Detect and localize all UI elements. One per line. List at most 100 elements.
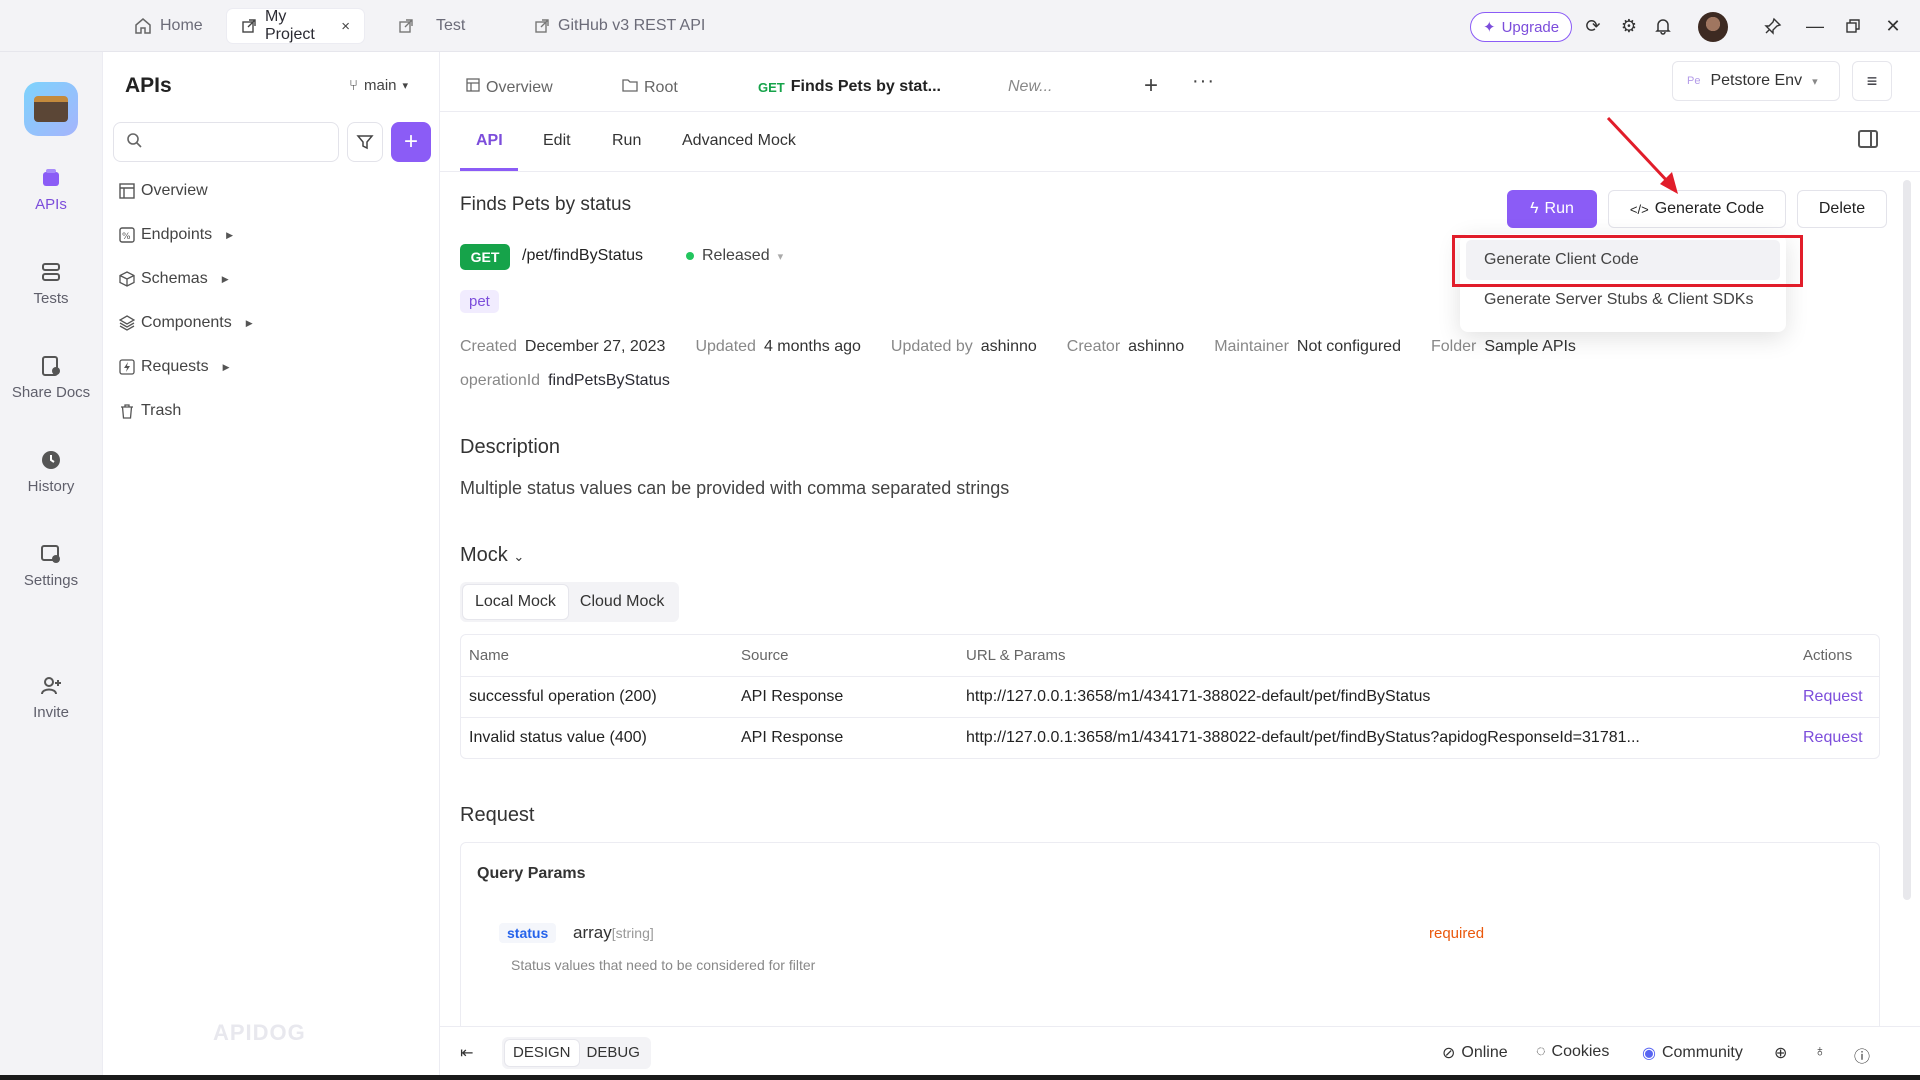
delete-button[interactable]: Delete [1797, 190, 1887, 228]
run-label: Run [1544, 200, 1574, 217]
window-bottom-edge [0, 1075, 1920, 1080]
share-docs-icon [42, 356, 60, 376]
upload-icon[interactable]: ⊕ [1774, 1043, 1787, 1063]
table-row: Invalid status value (400) API Response … [461, 717, 1879, 758]
design-debug-toggle: DESIGN DEBUG [502, 1037, 651, 1069]
run-button[interactable]: ϟ Run [1507, 190, 1597, 228]
rocket-icon: ✦ [1483, 19, 1496, 36]
env-prefix: Pe [1687, 75, 1701, 87]
add-tab-button[interactable]: + [1144, 72, 1158, 100]
sidebar-item-trash[interactable]: Trash [119, 402, 181, 420]
tab-advanced-mock[interactable]: Advanced Mock [682, 132, 796, 150]
window-tab-home[interactable]: Home [120, 9, 217, 43]
svg-text:%: % [122, 232, 131, 242]
request-link[interactable]: Request [1777, 729, 1879, 747]
sidebar-search[interactable] [113, 122, 339, 162]
sidebar-item-components[interactable]: Components ▶ [119, 314, 253, 332]
local-mock-option[interactable]: Local Mock [463, 585, 568, 619]
layers-icon [119, 315, 135, 331]
avatar[interactable] [1698, 12, 1728, 42]
sidebar-item-requests[interactable]: Requests ▶ [119, 358, 230, 376]
cube-icon [119, 271, 135, 287]
side-panel-icon[interactable] [1858, 130, 1878, 148]
tag-badge[interactable]: pet [460, 290, 499, 313]
close-window-icon[interactable]: ✕ [1880, 13, 1906, 39]
gear-icon[interactable]: ⚙ [1616, 13, 1642, 39]
nav-label: Tests [33, 290, 69, 307]
add-button[interactable]: + [391, 122, 431, 162]
request-link[interactable]: Request [1777, 688, 1879, 706]
filter-button[interactable] [347, 122, 383, 162]
nav-settings[interactable]: Settings [0, 542, 102, 589]
tab-label: Overview [486, 78, 553, 96]
project-logo[interactable] [24, 82, 78, 136]
endpoint-title: Finds Pets by status [460, 194, 632, 215]
bell-icon[interactable] [1650, 13, 1676, 39]
pin-icon[interactable] [1760, 13, 1786, 39]
status-label: Released [702, 247, 770, 264]
sidebar-item-endpoints[interactable]: % Endpoints ▶ [119, 226, 233, 244]
online-status[interactable]: ⊘ Online [1442, 1043, 1508, 1063]
cookie-icon: ◌ [1536, 1043, 1546, 1060]
tab-root[interactable]: Root [622, 78, 678, 97]
cloud-mock-option[interactable]: Cloud Mock [568, 585, 676, 619]
branch-icon: ⑂ [349, 77, 359, 94]
caret-right-icon: ▶ [221, 273, 229, 284]
window-tab-github[interactable]: GitHub v3 REST API [520, 9, 719, 43]
window-tab-test[interactable]: Test [384, 9, 479, 43]
tab-run[interactable]: Run [612, 132, 641, 150]
briefcase-icon [34, 96, 68, 122]
meta-value: 4 months ago [763, 338, 861, 355]
endpoint-path: /pet/findByStatus [522, 247, 643, 264]
nav-tests[interactable]: Tests [0, 260, 102, 307]
close-tab-icon[interactable]: × [341, 18, 350, 35]
check-circle-icon: ⊘ [1442, 1045, 1456, 1062]
design-mode-option[interactable]: DESIGN [505, 1040, 579, 1066]
help-icon[interactable]: ⓘ [1854, 1043, 1870, 1067]
meta-value: findPetsByStatus [548, 372, 670, 389]
nav-label: History [27, 478, 75, 495]
tab-edit[interactable]: Edit [543, 132, 571, 150]
community-button[interactable]: ◉ Community [1642, 1043, 1743, 1063]
sidebar-item-label: Schemas [141, 270, 208, 287]
search-input[interactable] [150, 133, 330, 151]
nav-apis[interactable]: APIs [0, 166, 102, 213]
more-tabs-button[interactable]: ··· [1192, 70, 1215, 93]
debug-mode-option[interactable]: DEBUG [579, 1040, 648, 1066]
environment-selector[interactable]: Pe Petstore Env ▾ [1672, 61, 1840, 101]
branch-selector[interactable]: ⑂ main ▾ [349, 77, 408, 94]
nav-share-docs[interactable]: Share Docs [0, 354, 102, 401]
hamburger-menu-button[interactable]: ≡ [1852, 61, 1892, 101]
status-selector[interactable]: Released ▾ [686, 247, 783, 265]
overview-icon [119, 183, 135, 199]
chevron-down-icon: ▾ [1812, 75, 1818, 88]
online-label: Online [1461, 1044, 1508, 1061]
nav-invite[interactable]: Invite [0, 674, 102, 721]
bolt-icon: ϟ [1530, 200, 1539, 217]
window-tab-my-project[interactable]: My Project × [227, 8, 364, 43]
upgrade-button[interactable]: ✦ Upgrade [1470, 12, 1573, 42]
tab-api[interactable]: API [476, 132, 503, 150]
sidebar-item-schemas[interactable]: Schemas ▶ [119, 270, 229, 288]
mock-heading[interactable]: Mock ⌄ [460, 544, 524, 567]
sync-icon[interactable]: ⟳ [1580, 13, 1606, 39]
mock-url[interactable]: http://127.0.0.1:3658/m1/434171-388022-d… [966, 729, 1777, 747]
tab-finds-pets[interactable]: GET Finds Pets by stat... [758, 78, 941, 96]
mock-title: Mock [460, 544, 508, 566]
collapse-sidebar-icon[interactable]: ⇤ [460, 1043, 473, 1063]
content-scrollbar[interactable] [1903, 180, 1911, 900]
mock-url[interactable]: http://127.0.0.1:3658/m1/434171-388022-d… [966, 688, 1777, 706]
tab-overview[interactable]: Overview [466, 78, 553, 97]
plus-icon: + [1144, 72, 1159, 99]
cookies-button[interactable]: ◌ Cookies [1536, 1043, 1609, 1061]
method-badge: GET [460, 244, 510, 270]
api-sidebar: APIs ⑂ main ▾ + Overview % Endpoints ▶ S… [102, 52, 440, 1080]
tab-new[interactable]: New... [1008, 78, 1052, 96]
nav-history[interactable]: History [0, 448, 102, 495]
shirt-icon[interactable]: ♁ [1814, 1043, 1826, 1061]
restore-icon[interactable] [1840, 13, 1866, 39]
minimize-icon[interactable]: — [1802, 13, 1828, 39]
param-description: Status values that need to be considered… [511, 957, 816, 973]
sidebar-item-overview[interactable]: Overview [119, 182, 208, 200]
column-header: URL & Params [966, 647, 1066, 664]
